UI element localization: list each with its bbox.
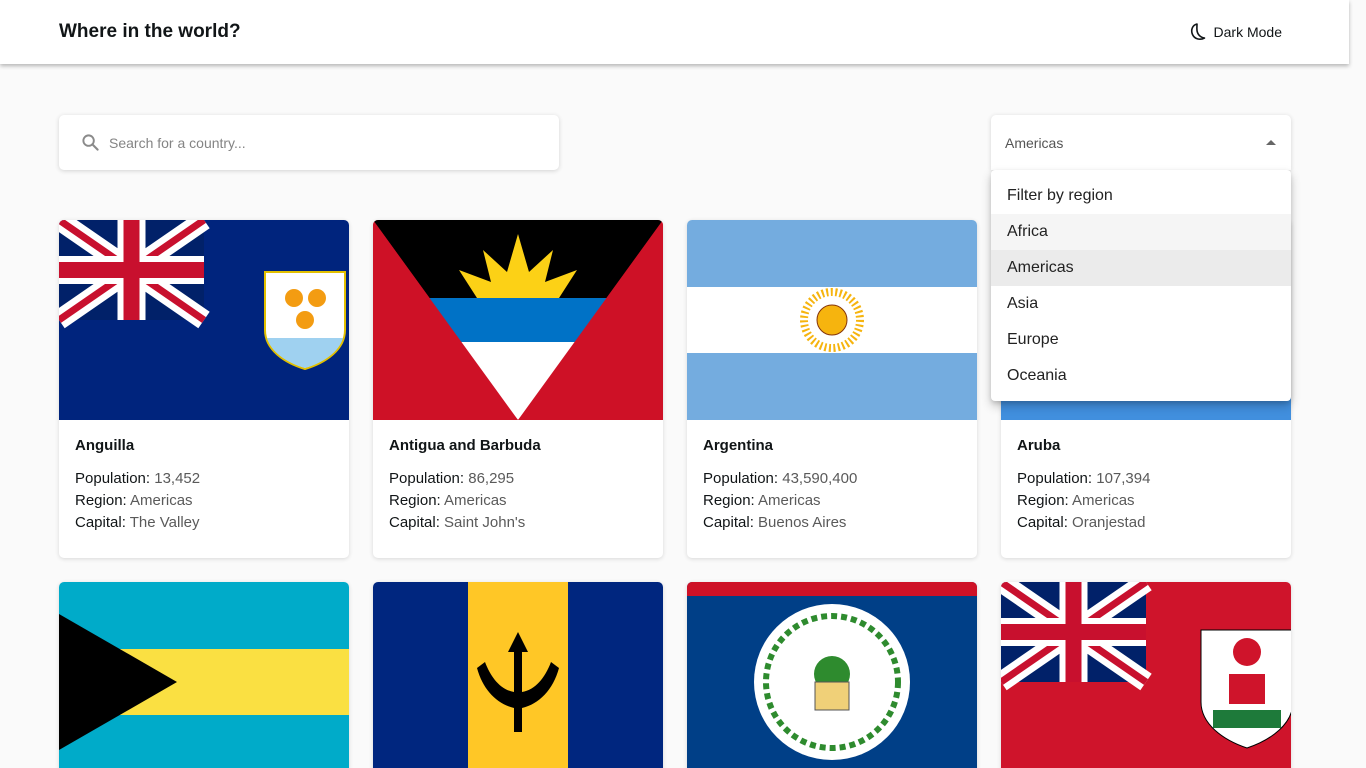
population-label: Population: — [703, 470, 779, 487]
country-card[interactable]: Argentina Population: 43,590,400 Region:… — [687, 220, 977, 558]
belize-flag — [687, 582, 977, 768]
region-value: Americas — [1072, 492, 1135, 509]
search-icon — [81, 133, 100, 152]
population-label: Population: — [389, 470, 465, 487]
argentina-flag — [687, 220, 977, 420]
country-card[interactable]: Antigua and Barbuda Population: 86,295 R… — [373, 220, 663, 558]
capital-label: Capital: — [1017, 514, 1068, 531]
capital-value: Oranjestad — [1072, 514, 1146, 531]
country-card[interactable]: Anguilla Population: 13,452 Region: Amer… — [59, 220, 349, 558]
search-input[interactable] — [109, 134, 529, 151]
region-value: Americas — [444, 492, 507, 509]
population-label: Population: — [75, 470, 151, 487]
country-card[interactable] — [59, 582, 349, 768]
menu-item-europe[interactable]: Europe — [991, 322, 1291, 358]
capital-value: Buenos Aires — [758, 514, 847, 531]
menu-item-asia[interactable]: Asia — [991, 286, 1291, 322]
country-name: Argentina — [703, 437, 774, 454]
region-select-value: Americas — [1005, 134, 1064, 151]
population-value: 107,394 — [1096, 470, 1151, 487]
region-label: Region: — [703, 492, 755, 509]
country-card[interactable] — [373, 582, 663, 768]
menu-item-americas[interactable]: Americas — [991, 250, 1291, 286]
anguilla-flag — [59, 220, 349, 420]
capital-label: Capital: — [703, 514, 754, 531]
country-name: Anguilla — [75, 437, 135, 454]
country-card[interactable] — [1001, 582, 1291, 768]
population-value: 43,590,400 — [782, 470, 858, 487]
menu-item-africa[interactable]: Africa — [991, 214, 1291, 250]
capital-label: Capital: — [389, 514, 440, 531]
country-card[interactable] — [687, 582, 977, 768]
capital-label: Capital: — [75, 514, 126, 531]
menu-item-oceania[interactable]: Oceania — [991, 358, 1291, 394]
moon-icon — [1189, 22, 1209, 42]
capital-value: Saint John's — [444, 514, 526, 531]
app-title: Where in the world? — [59, 21, 241, 42]
region-label: Region: — [389, 492, 441, 509]
search-box — [59, 115, 559, 170]
caret-up-icon — [1266, 140, 1276, 145]
app-header: Where in the world? Dark Mode — [0, 0, 1349, 64]
population-label: Population: — [1017, 470, 1093, 487]
barbados-flag — [373, 582, 663, 768]
region-label: Region: — [75, 492, 127, 509]
country-name: Aruba — [1017, 437, 1061, 454]
region-value: Americas — [130, 492, 193, 509]
antigua-and-barbuda-flag — [373, 220, 663, 420]
bahamas-flag — [59, 582, 349, 768]
dark-mode-toggle[interactable]: Dark Mode — [1189, 22, 1282, 42]
population-value: 13,452 — [154, 470, 201, 487]
country-name: Antigua and Barbuda — [389, 437, 541, 454]
region-menu: Filter by region Africa Americas Asia Eu… — [991, 170, 1291, 401]
region-value: Americas — [758, 492, 821, 509]
dark-mode-label: Dark Mode — [1213, 24, 1282, 40]
population-value: 86,295 — [468, 470, 515, 487]
capital-value: The Valley — [129, 514, 200, 531]
bermuda-flag — [1001, 582, 1291, 768]
region-select[interactable]: Americas — [991, 115, 1291, 170]
region-label: Region: — [1017, 492, 1069, 509]
menu-item-filter-by-region[interactable]: Filter by region — [991, 178, 1291, 214]
